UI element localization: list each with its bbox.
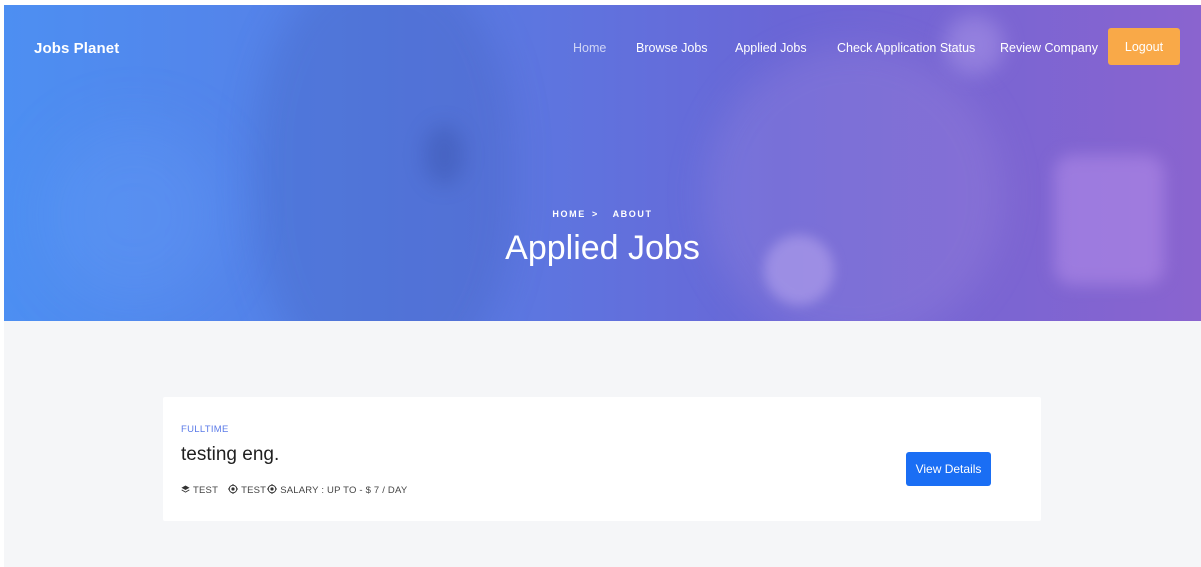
hero-background-blur	[704, 45, 1004, 321]
page-title: Applied Jobs	[505, 229, 700, 267]
nav-item-check-application-status[interactable]: Check Application Status	[837, 41, 975, 55]
nav-item-review-company[interactable]: Review Company	[1000, 41, 1098, 55]
job-salary: SALARY : UP TO - $ 7 / DAY	[280, 484, 408, 496]
breadcrumb: HOME > ABOUT	[4, 209, 1201, 219]
job-title: testing eng.	[181, 444, 280, 465]
money-icon	[267, 484, 278, 496]
map-pin-icon	[228, 484, 239, 496]
breadcrumb-home[interactable]: HOME	[552, 209, 585, 219]
page: Jobs Planet Home Browse Jobs Applied Job…	[0, 0, 1201, 567]
breadcrumb-separator: >	[591, 209, 599, 219]
applied-jobs-section: FULLTIME testing eng. TEST TEST SALARY :…	[4, 321, 1201, 567]
hero-banner: Jobs Planet Home Browse Jobs Applied Job…	[4, 5, 1201, 321]
logout-button[interactable]: Logout	[1108, 28, 1180, 65]
job-card: FULLTIME testing eng. TEST TEST SALARY :…	[163, 397, 1041, 521]
breadcrumb-current: ABOUT	[612, 209, 653, 219]
job-company: TEST	[193, 484, 219, 496]
job-location: TEST	[241, 484, 267, 496]
hero-background-blur	[424, 125, 464, 185]
nav-item-applied-jobs[interactable]: Applied Jobs	[735, 41, 807, 55]
layers-icon	[181, 484, 190, 496]
nav-item-browse-jobs[interactable]: Browse Jobs	[636, 41, 708, 55]
nav-item-home[interactable]: Home	[573, 41, 606, 55]
main-nav: Home Browse Jobs Applied Jobs Check Appl…	[4, 41, 1201, 61]
view-details-button[interactable]: View Details	[906, 452, 991, 486]
job-meta: TEST TEST SALARY : UP TO - $ 7 / DAY	[181, 484, 407, 496]
job-type-badge: FULLTIME	[181, 424, 229, 435]
